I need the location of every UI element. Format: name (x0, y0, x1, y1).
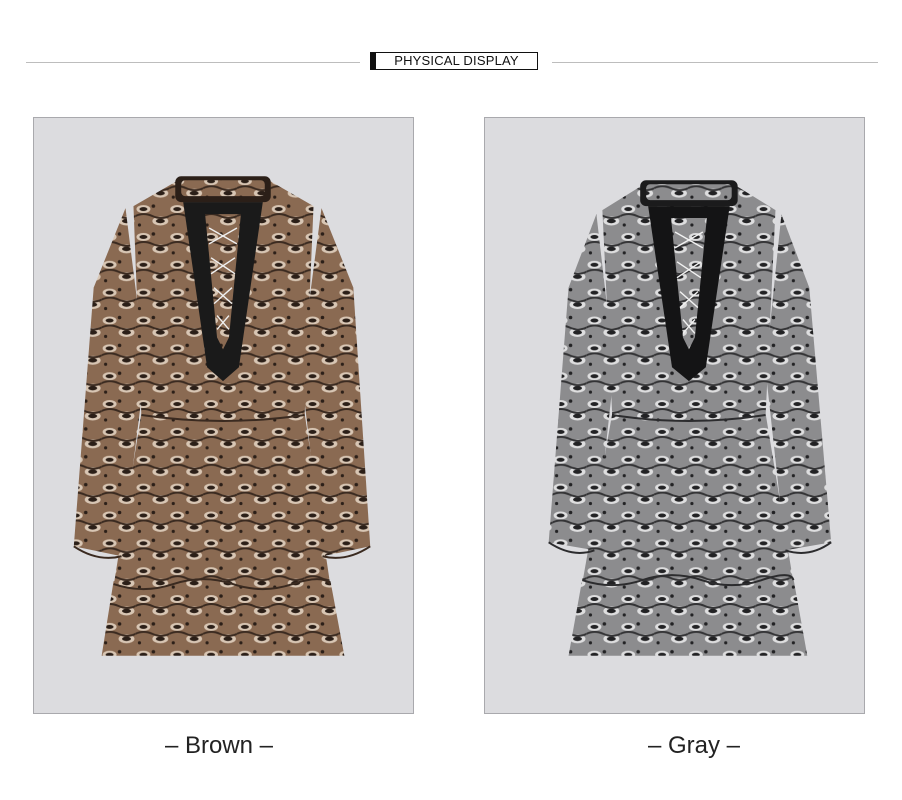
section-title: PHYSICAL DISPLAY (394, 53, 519, 68)
header-divider-left (26, 62, 360, 63)
header-divider-right (552, 62, 878, 63)
section-title-badge: PHYSICAL DISPLAY (370, 52, 538, 70)
product-image-gray (484, 117, 865, 714)
dress-icon (548, 180, 832, 656)
product-image-brown (33, 117, 414, 714)
dress-icon (73, 176, 371, 656)
variant-caption-brown: – Brown – (164, 732, 274, 759)
variant-caption-gray: – Gray – (647, 732, 741, 759)
